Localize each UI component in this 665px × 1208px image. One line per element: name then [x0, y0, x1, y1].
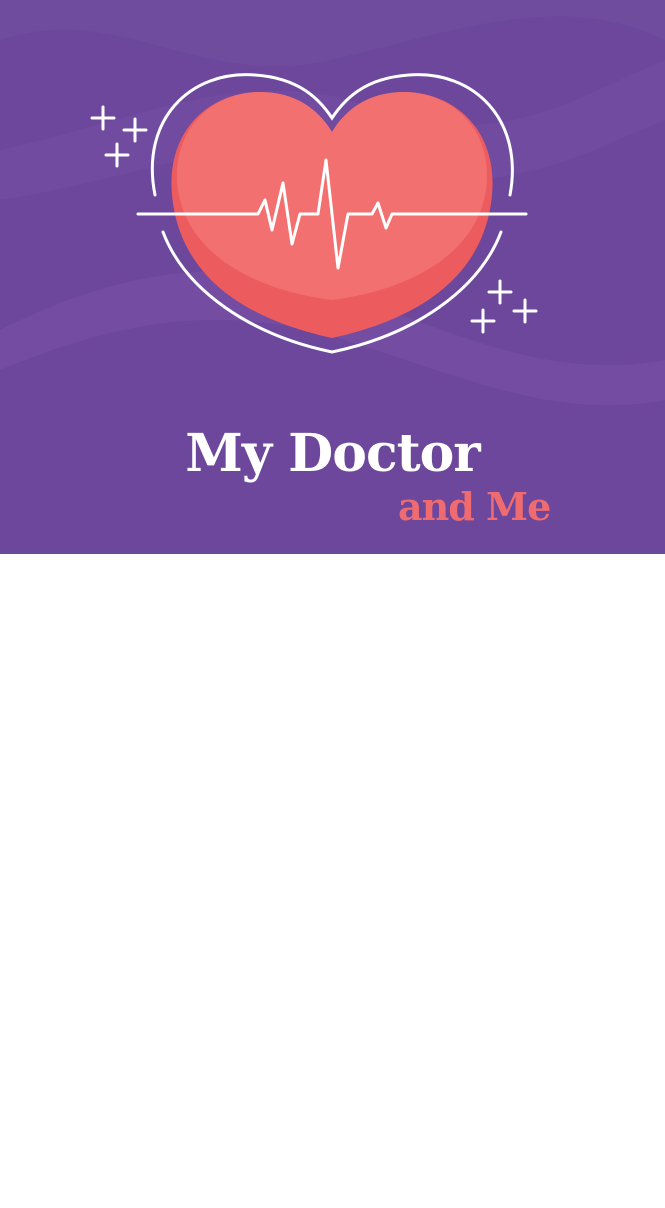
app-subtitle: and Me — [398, 484, 551, 529]
content-area — [0, 554, 665, 1208]
plus-sparkle-icon — [470, 279, 538, 334]
splash-header: My Doctor and Me — [0, 0, 665, 554]
app-title: My Doctor — [185, 423, 480, 484]
